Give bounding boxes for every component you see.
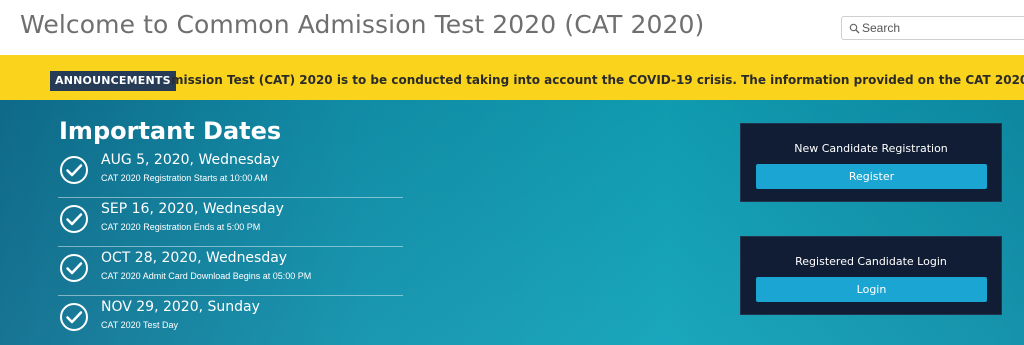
hero-section: Important Dates AUG 5, 2020, Wednesday C… bbox=[0, 100, 1024, 345]
login-button[interactable]: Login bbox=[756, 277, 987, 302]
register-button[interactable]: Register bbox=[756, 164, 987, 189]
search-input[interactable] bbox=[862, 19, 1022, 37]
date-item: OCT 28, 2020, Wednesday CAT 2020 Admit C… bbox=[58, 247, 403, 296]
search-box[interactable] bbox=[841, 16, 1024, 40]
announcement-text[interactable]: mission Test (CAT) 2020 is to be conduct… bbox=[171, 73, 1024, 87]
login-panel: Registered Candidate Login Login bbox=[740, 236, 1002, 315]
important-dates-title: Important Dates bbox=[59, 117, 282, 145]
date-item: SEP 16, 2020, Wednesday CAT 2020 Registr… bbox=[58, 198, 403, 247]
date-item: AUG 5, 2020, Wednesday CAT 2020 Registra… bbox=[58, 149, 403, 198]
date-title: SEP 16, 2020, Wednesday bbox=[101, 201, 284, 217]
registration-panel-title: New Candidate Registration bbox=[794, 142, 948, 155]
search-icon bbox=[849, 23, 860, 34]
date-title: AUG 5, 2020, Wednesday bbox=[101, 152, 280, 168]
date-description: CAT 2020 Registration Starts at 10:00 AM bbox=[101, 173, 268, 183]
date-item: NOV 29, 2020, Sunday CAT 2020 Test Day bbox=[58, 296, 403, 345]
date-title: OCT 28, 2020, Wednesday bbox=[101, 250, 288, 266]
date-description: CAT 2020 Admit Card Download Begins at 0… bbox=[101, 271, 312, 281]
check-circle-icon bbox=[60, 156, 88, 184]
registration-panel: New Candidate Registration Register bbox=[740, 123, 1002, 202]
check-circle-icon bbox=[60, 254, 88, 282]
date-title: NOV 29, 2020, Sunday bbox=[101, 299, 260, 315]
announcements-badge: ANNOUNCEMENTS bbox=[50, 71, 176, 91]
check-circle-icon bbox=[60, 303, 88, 331]
announcement-ticker: ANNOUNCEMENTS mission Test (CAT) 2020 is… bbox=[0, 55, 1024, 100]
page-title: Welcome to Common Admission Test 2020 (C… bbox=[20, 10, 705, 39]
login-panel-title: Registered Candidate Login bbox=[795, 255, 947, 268]
check-circle-icon bbox=[60, 205, 88, 233]
date-description: CAT 2020 Registration Ends at 5:00 PM bbox=[101, 222, 261, 232]
date-description: CAT 2020 Test Day bbox=[101, 320, 179, 330]
site-header: Welcome to Common Admission Test 2020 (C… bbox=[0, 0, 1024, 55]
